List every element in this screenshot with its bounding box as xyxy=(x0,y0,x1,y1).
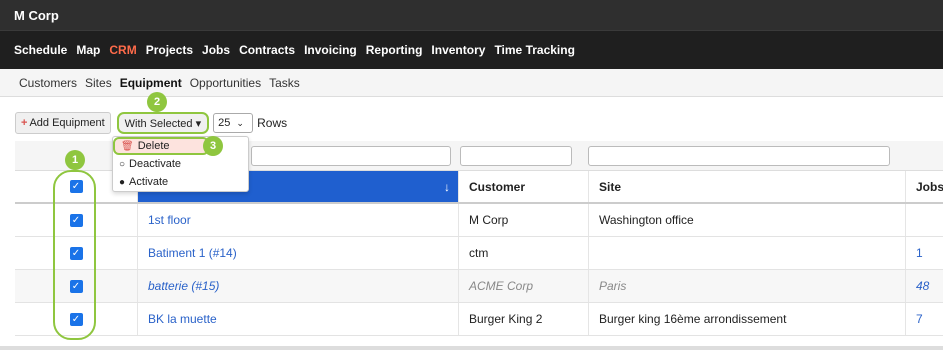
nav-inventory[interactable]: Inventory xyxy=(431,43,485,57)
subnav-customers[interactable]: Customers xyxy=(19,76,77,90)
nav-projects[interactable]: Projects xyxy=(146,43,193,57)
site-cell: Paris xyxy=(589,270,906,302)
site-cell xyxy=(589,237,906,269)
customer-filter-input[interactable] xyxy=(460,146,572,166)
name-filter-input[interactable] xyxy=(251,146,451,166)
with-selected-menu: 🗑 Delete ○ Deactivate ● Activate xyxy=(112,136,249,192)
add-equipment-button[interactable]: + Add Equipment xyxy=(15,112,111,134)
sub-nav: Customers Sites Equipment Opportunities … xyxy=(0,69,943,97)
add-equipment-label: Add Equipment xyxy=(29,117,105,129)
plus-icon: + xyxy=(21,117,28,129)
nav-invoicing[interactable]: Invoicing xyxy=(304,43,357,57)
site-column-header[interactable]: Site xyxy=(589,171,906,202)
equipment-name-link[interactable]: Batiment 1 (#14) xyxy=(138,237,459,269)
step-badge-2: 2 xyxy=(147,92,167,112)
trash-icon: 🗑 xyxy=(121,140,134,152)
circle-outline-icon: ○ xyxy=(119,158,126,170)
chevron-down-icon: ⌄ xyxy=(236,117,244,128)
site-filter-input[interactable] xyxy=(588,146,890,166)
sort-down-icon: ↓ xyxy=(444,179,450,194)
step-badge-3: 3 xyxy=(203,136,223,156)
nav-crm[interactable]: CRM xyxy=(109,43,136,57)
jobs-cell[interactable] xyxy=(906,204,943,236)
jobs-column-header[interactable]: Jobs xyxy=(906,171,943,202)
table-row: ✓ Batiment 1 (#14) ctm 1 xyxy=(15,237,943,270)
rows-label: Rows xyxy=(257,116,288,130)
jobs-cell[interactable]: 7 xyxy=(906,303,943,335)
subnav-sites[interactable]: Sites xyxy=(85,76,112,90)
app-title: M Corp xyxy=(0,0,943,30)
nav-schedule[interactable]: Schedule xyxy=(14,43,67,57)
with-selected-button[interactable]: With Selected ▾ xyxy=(116,112,210,134)
menu-item-delete[interactable]: 🗑 Delete xyxy=(113,137,209,155)
table-row: ✓ BK la muette Burger King 2 Burger king… xyxy=(15,303,943,336)
table-row: ✓ batterie (#15) ACME Corp Paris 48 xyxy=(15,270,943,303)
rows-value: 25 xyxy=(218,117,231,129)
rows-per-page-select[interactable]: 25 ⌄ xyxy=(213,113,254,133)
main-nav: Schedule Map CRM Projects Jobs Contracts… xyxy=(0,30,943,69)
table-row: ✓ 1st floor M Corp Washington office xyxy=(15,204,943,237)
nav-time-tracking[interactable]: Time Tracking xyxy=(494,43,574,57)
toolbar: + Add Equipment With Selected ▾ 25 ⌄ Row… xyxy=(15,110,287,136)
jobs-cell[interactable]: 48 xyxy=(906,270,943,302)
deactivate-label: Deactivate xyxy=(129,158,182,170)
jobs-cell[interactable]: 1 xyxy=(906,237,943,269)
nav-reporting[interactable]: Reporting xyxy=(366,43,423,57)
site-cell: Washington office xyxy=(589,204,906,236)
site-cell: Burger king 16ème arrondissement xyxy=(589,303,906,335)
menu-item-activate[interactable]: ● Activate xyxy=(113,173,248,191)
equipment-name-link[interactable]: 1st floor xyxy=(138,204,459,236)
delete-label: Delete xyxy=(137,140,170,152)
customer-cell: ctm xyxy=(459,237,589,269)
nav-contracts[interactable]: Contracts xyxy=(239,43,295,57)
circle-filled-icon: ● xyxy=(119,176,126,188)
equipment-name-link[interactable]: BK la muette xyxy=(138,303,459,335)
equipment-name-link[interactable]: batterie (#15) xyxy=(138,270,459,302)
subnav-tasks[interactable]: Tasks xyxy=(269,76,300,90)
bottom-divider xyxy=(0,346,943,350)
activate-label: Activate xyxy=(129,176,169,188)
nav-jobs[interactable]: Jobs xyxy=(202,43,230,57)
subnav-equipment[interactable]: Equipment xyxy=(120,76,182,90)
menu-item-deactivate[interactable]: ○ Deactivate xyxy=(113,155,248,173)
nav-map[interactable]: Map xyxy=(76,43,100,57)
customer-cell: M Corp xyxy=(459,204,589,236)
step-badge-1: 1 xyxy=(65,150,85,170)
subnav-opportunities[interactable]: Opportunities xyxy=(190,76,261,90)
checkbox-column-highlight xyxy=(53,170,96,340)
customer-column-header[interactable]: Customer xyxy=(459,171,589,202)
customer-cell: Burger King 2 xyxy=(459,303,589,335)
customer-cell: ACME Corp xyxy=(459,270,589,302)
